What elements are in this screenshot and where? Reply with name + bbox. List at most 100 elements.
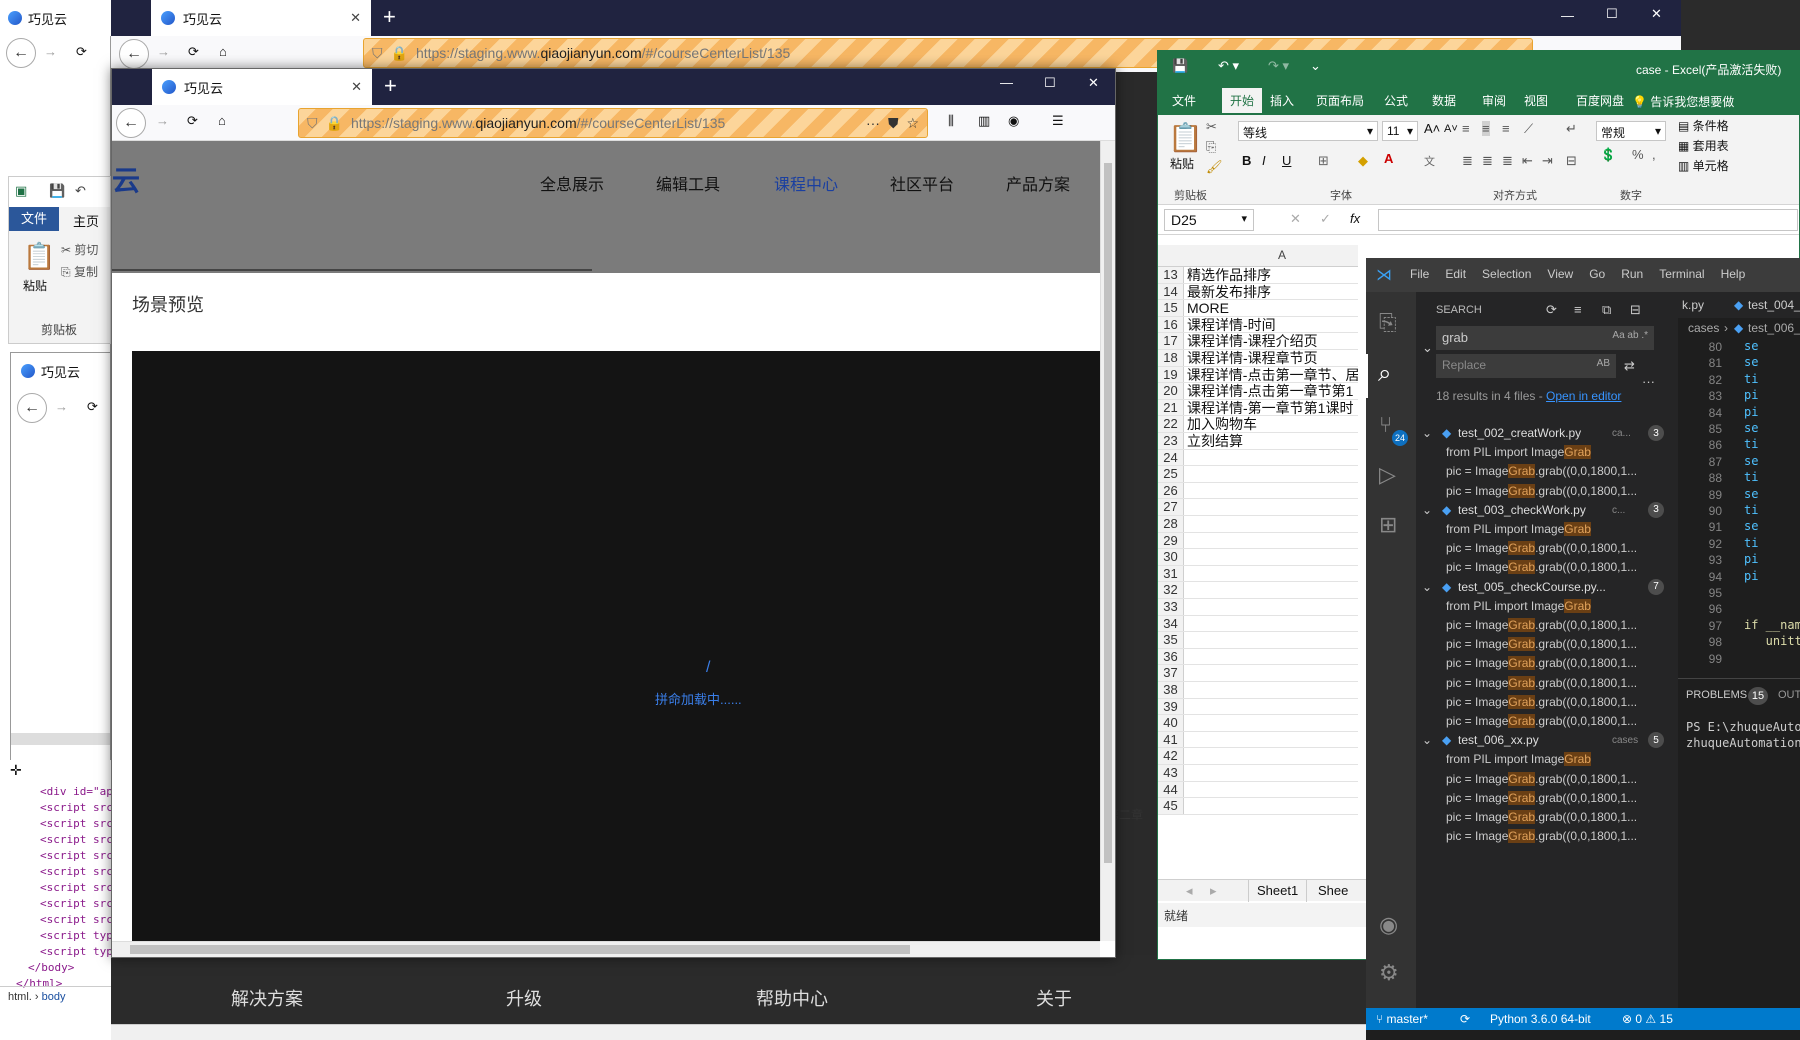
python-interpreter-status[interactable]: Python 3.6.0 64-bit [1490,1012,1591,1026]
search-result-match[interactable]: from PIL import ImageGrab [1416,443,1678,462]
font-color-icon[interactable]: A [1384,151,1393,166]
cell-a[interactable] [1184,533,1187,549]
cell-a[interactable]: 课程详情-点击第一章节第1 [1184,383,1353,398]
fill-color-icon[interactable]: ◆ [1358,153,1368,169]
devtools-line[interactable]: <script type [0,944,111,960]
row-number[interactable]: 37 [1158,665,1184,681]
code-line[interactable]: ti [1744,535,1758,551]
code-line[interactable]: ti [1744,436,1758,452]
settings-gear-icon[interactable]: ⚙ [1379,960,1399,986]
terminal-output[interactable]: PS E:\zhuqueAutomazhuqueAutomation/c [1686,719,1800,751]
decrease-font-icon[interactable]: A˅ [1444,123,1458,135]
vscode-menu-item[interactable]: Edit [1445,267,1466,281]
code-line[interactable]: pi [1744,404,1758,420]
excel-tab[interactable]: 插入 [1270,92,1294,109]
bookmark-star-icon[interactable]: ☆ [906,115,919,132]
code-line[interactable]: ti [1744,371,1758,387]
sheet-tab-1[interactable]: Sheet1 [1248,880,1308,902]
page-actions-icon[interactable]: ··· [866,115,880,131]
main-url-bar[interactable]: ⛉ 🔒 https://staging.www.qiaojianyun.com/… [298,108,928,138]
table-format-button[interactable]: ▦ 套用表 [1678,137,1729,154]
increase-font-icon[interactable]: A˄ [1424,121,1440,136]
cell-a[interactable]: MORE [1184,300,1229,315]
search-result-match[interactable]: pic = ImageGrab.grab((0,0,1800,1... [1416,827,1678,846]
reload-icon[interactable]: ⟳ [188,44,199,60]
search-icon[interactable]: ⌕ [1378,360,1391,388]
devtools-line[interactable]: <script src= [0,912,111,928]
replace-all-icon[interactable]: ⇄ [1624,358,1635,374]
align-bottom-icon[interactable]: ≡ [1502,121,1510,136]
main-vscrollbar[interactable] [1100,141,1115,941]
cell-a[interactable]: 精选作品排序 [1184,267,1271,282]
phonetic-icon[interactable]: 文 [1424,153,1435,169]
cell-a[interactable] [1184,665,1187,681]
currency-icon[interactable]: 💲 [1600,147,1616,163]
devtools-line[interactable]: <script src= [0,864,111,880]
cut-icon[interactable]: ✂ [1206,119,1217,135]
save-icon[interactable]: 💾 [49,183,65,199]
problems-tab[interactable]: PROBLEMS [1686,689,1747,701]
output-tab[interactable]: OUT [1778,689,1800,701]
branch-status[interactable]: ⑂ master* [1376,1012,1428,1026]
cut-button[interactable]: ✂ 剪切 [61,241,98,258]
close-window-icon[interactable]: ✕ [1088,75,1099,91]
pocket-icon[interactable]: ⛊ [888,115,899,132]
row-number[interactable]: 26 [1158,482,1184,499]
excel-tab[interactable]: 页面布局 [1316,92,1364,109]
scene-preview-canvas[interactable]: / 拼命加载中...... [132,351,1100,951]
indent-decrease-icon[interactable]: ⇤ [1522,153,1533,169]
account-icon[interactable]: ◉ [1379,912,1398,938]
cell-a[interactable] [1184,699,1187,715]
row-number[interactable]: 33 [1158,599,1184,615]
footer-link-about[interactable]: 关于 [1036,985,1072,1011]
paste-icon[interactable]: 📋 [1168,121,1203,154]
reload-icon[interactable]: ⟳ [87,399,98,415]
breadcrumb-cases[interactable]: cases [1688,321,1719,335]
name-box[interactable]: D25 ▾ [1164,209,1254,231]
search-result-match[interactable]: pic = ImageGrab.grab((0,0,1800,1... [1416,482,1678,501]
cell-a[interactable]: 课程详情-点击第一章节、居 [1184,367,1358,382]
select-element-icon[interactable]: ✛ [10,762,22,779]
row-number[interactable]: 42 [1158,748,1184,764]
save-icon[interactable]: 💾 [1172,58,1188,74]
open-in-editor-link[interactable]: Open in editor [1546,389,1621,403]
search-result-match[interactable]: pic = ImageGrab.grab((0,0,1800,1... [1416,789,1678,808]
code-line[interactable]: se [1744,518,1758,534]
row-number[interactable]: 25 [1158,466,1184,482]
excel-tab[interactable]: 视图 [1524,92,1548,109]
refresh-icon[interactable]: ⟳ [1546,302,1557,318]
code-line[interactable]: pi [1744,568,1758,584]
cell-a[interactable] [1184,715,1187,731]
excel-tab[interactable]: 公式 [1384,92,1408,109]
code-line[interactable]: se [1744,338,1758,354]
search-result-match[interactable]: from PIL import ImageGrab [1416,597,1678,616]
cell-a[interactable]: 加入购物车 [1184,416,1257,432]
main-hscrollbar[interactable] [112,941,1100,957]
cell-a[interactable]: 立刻结算 [1184,433,1243,448]
main-tab[interactable]: 巧见云 ✕ [152,69,372,105]
row-number[interactable]: 19 [1158,366,1184,383]
cancel-icon[interactable]: ✕ [1290,211,1301,227]
back-icon[interactable]: ← [116,108,146,138]
chevron-down-icon[interactable]: ⌄ [1422,578,1432,597]
breadcrumb-html[interactable]: html. [8,991,32,1003]
row-number[interactable]: 18 [1158,350,1184,366]
cell-a[interactable] [1184,582,1187,598]
row-number[interactable]: 16 [1158,316,1184,333]
problems-status[interactable]: ⊗ 0 ⚠ 15 [1622,1012,1673,1026]
nav-editor-tools[interactable]: 编辑工具 [656,171,720,195]
cell-a[interactable] [1184,649,1187,665]
row-number[interactable]: 22 [1158,416,1184,432]
row-number[interactable]: 23 [1158,433,1184,449]
more-options-icon[interactable]: ··· [1642,374,1655,389]
cell-a[interactable] [1184,748,1187,764]
forward-icon[interactable]: → [55,399,68,414]
font-size-select[interactable]: 11 ▾ [1382,121,1418,141]
footer-link-upgrade[interactable]: 升级 [506,985,542,1011]
row-number[interactable]: 40 [1158,715,1184,731]
code-line[interactable]: se [1744,420,1758,436]
home-icon[interactable]: ⌂ [219,44,227,59]
enter-icon[interactable]: ✓ [1320,211,1331,227]
library-icon[interactable]: ⫼ [948,113,954,129]
search-result-file[interactable]: ⌄ ◆ test_006_xx.py cases 5 [1416,731,1678,750]
